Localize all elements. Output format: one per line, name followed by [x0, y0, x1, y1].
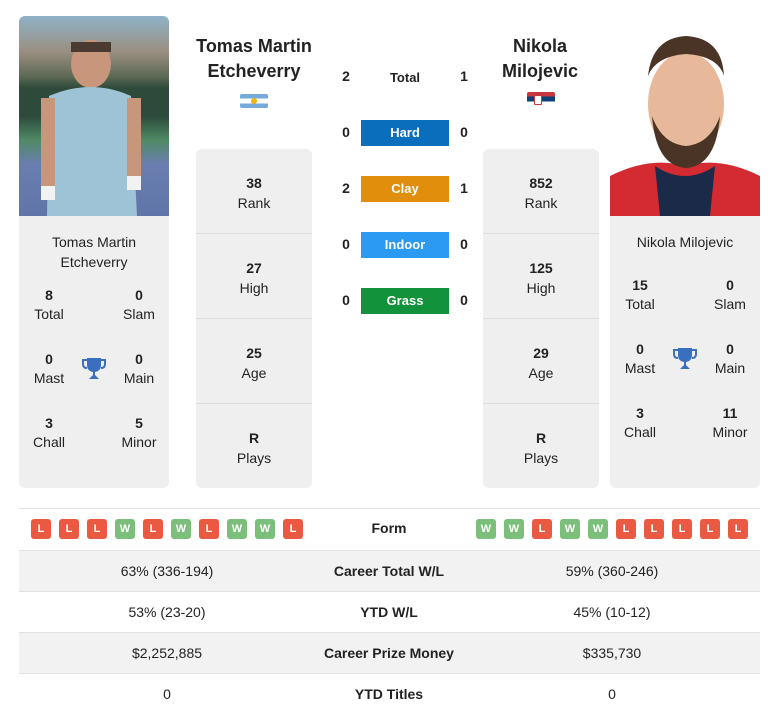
form-loss-badge[interactable]: L: [616, 519, 636, 539]
form-win-badge[interactable]: W: [115, 519, 135, 539]
player1-form: LLLWLWLWWL: [31, 519, 303, 539]
surface-grass-badge[interactable]: Grass: [361, 288, 449, 314]
surface-hard-badge[interactable]: Hard: [361, 120, 449, 146]
form-row: LLLWLWLWWL Form WWLWWLLLLL: [19, 509, 760, 550]
form-win-badge[interactable]: W: [476, 519, 496, 539]
titles-total: 15 Total: [625, 277, 655, 312]
form-label: Form: [371, 520, 407, 536]
ytd-wl-row: 53% (23-20) YTD W/L 45% (10-12): [19, 591, 760, 632]
form-win-badge[interactable]: W: [504, 519, 524, 539]
form-loss-badge[interactable]: L: [672, 519, 692, 539]
player2-form: WWLWWLLLLL: [476, 519, 748, 539]
form-loss-badge[interactable]: L: [143, 519, 163, 539]
form-win-badge[interactable]: W: [255, 519, 275, 539]
form-loss-badge[interactable]: L: [728, 519, 748, 539]
player1-stats: 38 Rank 27 High 25 Age R Plays: [196, 149, 312, 488]
player2-photo[interactable]: [610, 16, 760, 216]
h2h-hard-row: 0 Hard 0: [330, 120, 480, 146]
titles-minor: 11 Minor: [712, 405, 748, 440]
titles-total: 8 Total: [34, 287, 64, 322]
form-loss-badge[interactable]: L: [532, 519, 552, 539]
serbia-flag-icon: [527, 92, 555, 106]
player1-name-heading[interactable]: Tomas Martin Etcheverry: [184, 34, 324, 84]
stat-plays: R Plays: [236, 430, 272, 466]
stat-high: 27 High: [196, 234, 312, 319]
titles-mast: 0 Mast: [33, 351, 65, 386]
trophy-icon: [81, 356, 107, 382]
form-loss-badge[interactable]: L: [199, 519, 219, 539]
titles-chall: 3 Chall: [33, 415, 65, 450]
form-win-badge[interactable]: W: [560, 519, 580, 539]
player2-card-name: Nikola Milojevic: [636, 234, 734, 250]
player1-photo[interactable]: [19, 16, 169, 216]
titles-mast: 0 Mast: [624, 341, 656, 376]
career-total-wl-row: 63% (336-194) Career Total W/L 59% (360-…: [19, 550, 760, 591]
stat-plays: R Plays: [523, 430, 559, 466]
titles-slam: 0 Slam: [123, 287, 155, 322]
stat-age: 29 Age: [483, 319, 599, 404]
form-loss-badge[interactable]: L: [87, 519, 107, 539]
h2h-total-row: 2 Total 1: [342, 68, 468, 85]
titles-slam: 0 Slam: [714, 277, 746, 312]
player1-card-name: Tomas Martin Etcheverry: [51, 234, 137, 270]
titles-main: 0 Main: [123, 351, 155, 386]
form-win-badge[interactable]: W: [171, 519, 191, 539]
form-loss-badge[interactable]: L: [59, 519, 79, 539]
career-prize-money-row: $2,252,885 Career Prize Money $335,730: [19, 632, 760, 673]
player2-stats: 852 Rank 125 High 29 Age R Plays: [483, 149, 599, 488]
form-win-badge[interactable]: W: [227, 519, 247, 539]
player1-card: Tomas Martin Etcheverry 8 Total 0 Slam 0 Ma…: [19, 16, 169, 488]
form-win-badge[interactable]: W: [588, 519, 608, 539]
titles-minor: 5 Minor: [121, 415, 157, 450]
surface-clay-badge[interactable]: Clay: [361, 176, 449, 202]
form-loss-badge[interactable]: L: [700, 519, 720, 539]
trophy-icon: [672, 346, 698, 372]
titles-main: 0 Main: [714, 341, 746, 376]
h2h-indoor-row: 0 Indoor 0: [330, 232, 480, 258]
h2h-grass-row: 0 Grass 0: [330, 288, 480, 314]
form-loss-badge[interactable]: L: [31, 519, 51, 539]
stat-rank: 852 Rank: [483, 149, 599, 234]
surface-indoor-badge[interactable]: Indoor: [361, 232, 449, 258]
stat-age: 25 Age: [196, 319, 312, 404]
player2-card: Nikola Milojevic 15 Total 0 Slam 0 Mast 0 Ma…: [610, 16, 760, 488]
stat-rank: 38 Rank: [196, 149, 312, 234]
stat-high: 125 High: [483, 234, 599, 319]
argentina-flag-icon: [240, 94, 268, 108]
form-loss-badge[interactable]: L: [644, 519, 664, 539]
player2-name-heading[interactable]: Nikola Milojevic: [470, 34, 610, 84]
ytd-titles-row: 0 YTD Titles 0: [19, 673, 760, 714]
titles-chall: 3 Chall: [624, 405, 656, 440]
h2h-clay-row: 2 Clay 1: [330, 176, 480, 202]
